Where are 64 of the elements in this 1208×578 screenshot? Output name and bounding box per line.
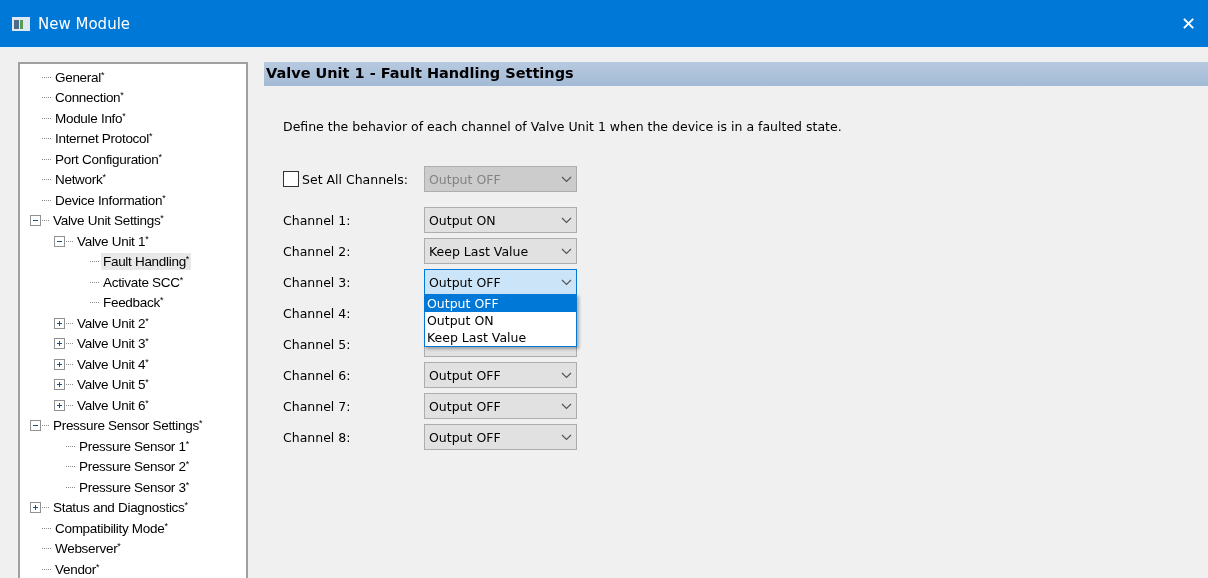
tree-item[interactable]: Pressure Sensor 2$^{*}$ (77, 458, 191, 476)
tree-item[interactable]: Module Info$^{*}$ (53, 109, 128, 127)
field-label: Channel 3: (283, 274, 352, 290)
section-heading: Valve Unit 1 - Fault Handling Settings (264, 62, 1208, 86)
chevron-down-icon (561, 402, 572, 410)
dropdown[interactable]: Output ON (424, 207, 577, 233)
tree-item[interactable]: Port Configuration$^{*}$ (53, 150, 164, 168)
tree-item[interactable]: Webserver$^{*}$ (53, 540, 123, 558)
tree-item[interactable]: Pressure Sensor Settings$^{*}$ (51, 417, 205, 435)
tree-item[interactable]: General$^{*}$ (53, 68, 107, 86)
chevron-down-icon (561, 278, 572, 286)
tree-item[interactable]: Status and Diagnostics$^{*}$ (51, 499, 190, 517)
dropdown[interactable]: Output OFF (424, 362, 577, 388)
expand-icon[interactable] (54, 358, 65, 370)
tree-item[interactable]: Valve Unit 1$^{*}$ (75, 232, 151, 250)
expand-icon[interactable] (54, 338, 65, 350)
expand-icon[interactable] (54, 399, 65, 411)
tree-item[interactable]: Feedback$^{*}$ (101, 294, 166, 312)
tree-item[interactable]: Compatibility Mode$^{*}$ (53, 519, 170, 537)
tree-item[interactable]: Valve Unit 5$^{*}$ (75, 376, 151, 394)
field-label: Channel 4: (283, 305, 352, 321)
tree-item[interactable]: Internet Protocol$^{*}$ (53, 130, 155, 148)
description-text: Define the behavior of each channel of Valve Unit 1 when the device is in a faulted state. (283, 119, 843, 134)
chevron-down-icon (561, 216, 572, 224)
collapse-icon[interactable] (54, 235, 65, 247)
tree-item[interactable]: Pressure Sensor 3$^{*}$ (77, 478, 191, 496)
collapse-icon[interactable] (30, 420, 41, 432)
window-title: New Module (38, 14, 132, 33)
tree-item[interactable]: Device Information$^{*}$ (53, 191, 168, 209)
dropdown[interactable]: Output OFF (424, 393, 577, 419)
collapse-icon[interactable] (30, 215, 41, 227)
chevron-down-icon (561, 371, 572, 379)
dropdown[interactable]: Output OFF (424, 269, 577, 295)
tree-item[interactable]: Pressure Sensor 1$^{*}$ (77, 437, 191, 455)
tree-item[interactable]: Activate SCC$^{*}$ (101, 273, 185, 291)
tree-item[interactable]: Connection$^{*}$ (53, 89, 126, 107)
expand-icon[interactable] (30, 502, 41, 514)
field-label: Channel 8: (283, 429, 352, 445)
chevron-down-icon (561, 247, 572, 255)
field-label: Channel 6: (283, 367, 352, 383)
dropdown-option[interactable]: Output ON (425, 312, 576, 329)
tree-item[interactable]: Fault Handling$^{*}$ (101, 253, 192, 271)
expand-icon[interactable] (54, 317, 65, 329)
tree-item[interactable]: Valve Unit 4$^{*}$ (75, 355, 151, 373)
field-label: Channel 7: (283, 398, 352, 414)
dropdown-option[interactable]: Keep Last Value (425, 329, 576, 346)
close-button[interactable]: ✕ (1168, 3, 1208, 44)
chevron-down-icon (561, 433, 572, 441)
tree-item[interactable]: Valve Unit Settings$^{*}$ (51, 212, 166, 230)
window-icon (12, 16, 30, 31)
tree-item[interactable]: Valve Unit 2$^{*}$ (75, 314, 151, 332)
field-label: Set All Channels: (302, 171, 408, 187)
tree-item[interactable]: Valve Unit 3$^{*}$ (75, 335, 151, 353)
field-label: Channel 5: (283, 336, 352, 352)
tree-item[interactable]: Vendor$^{*}$ (53, 560, 102, 578)
chevron-down-icon (561, 175, 572, 183)
dropdown[interactable]: Keep Last Value (424, 238, 577, 264)
tree-item[interactable]: Valve Unit 6$^{*}$ (75, 396, 151, 414)
expand-icon[interactable] (54, 379, 65, 391)
dropdown[interactable]: Output OFF (424, 424, 577, 450)
field-label: Channel 1: (283, 212, 352, 228)
tree-item[interactable]: Network$^{*}$ (53, 171, 108, 189)
field-label: Channel 2: (283, 243, 352, 259)
dropdown-option[interactable]: Output OFF (425, 295, 576, 312)
